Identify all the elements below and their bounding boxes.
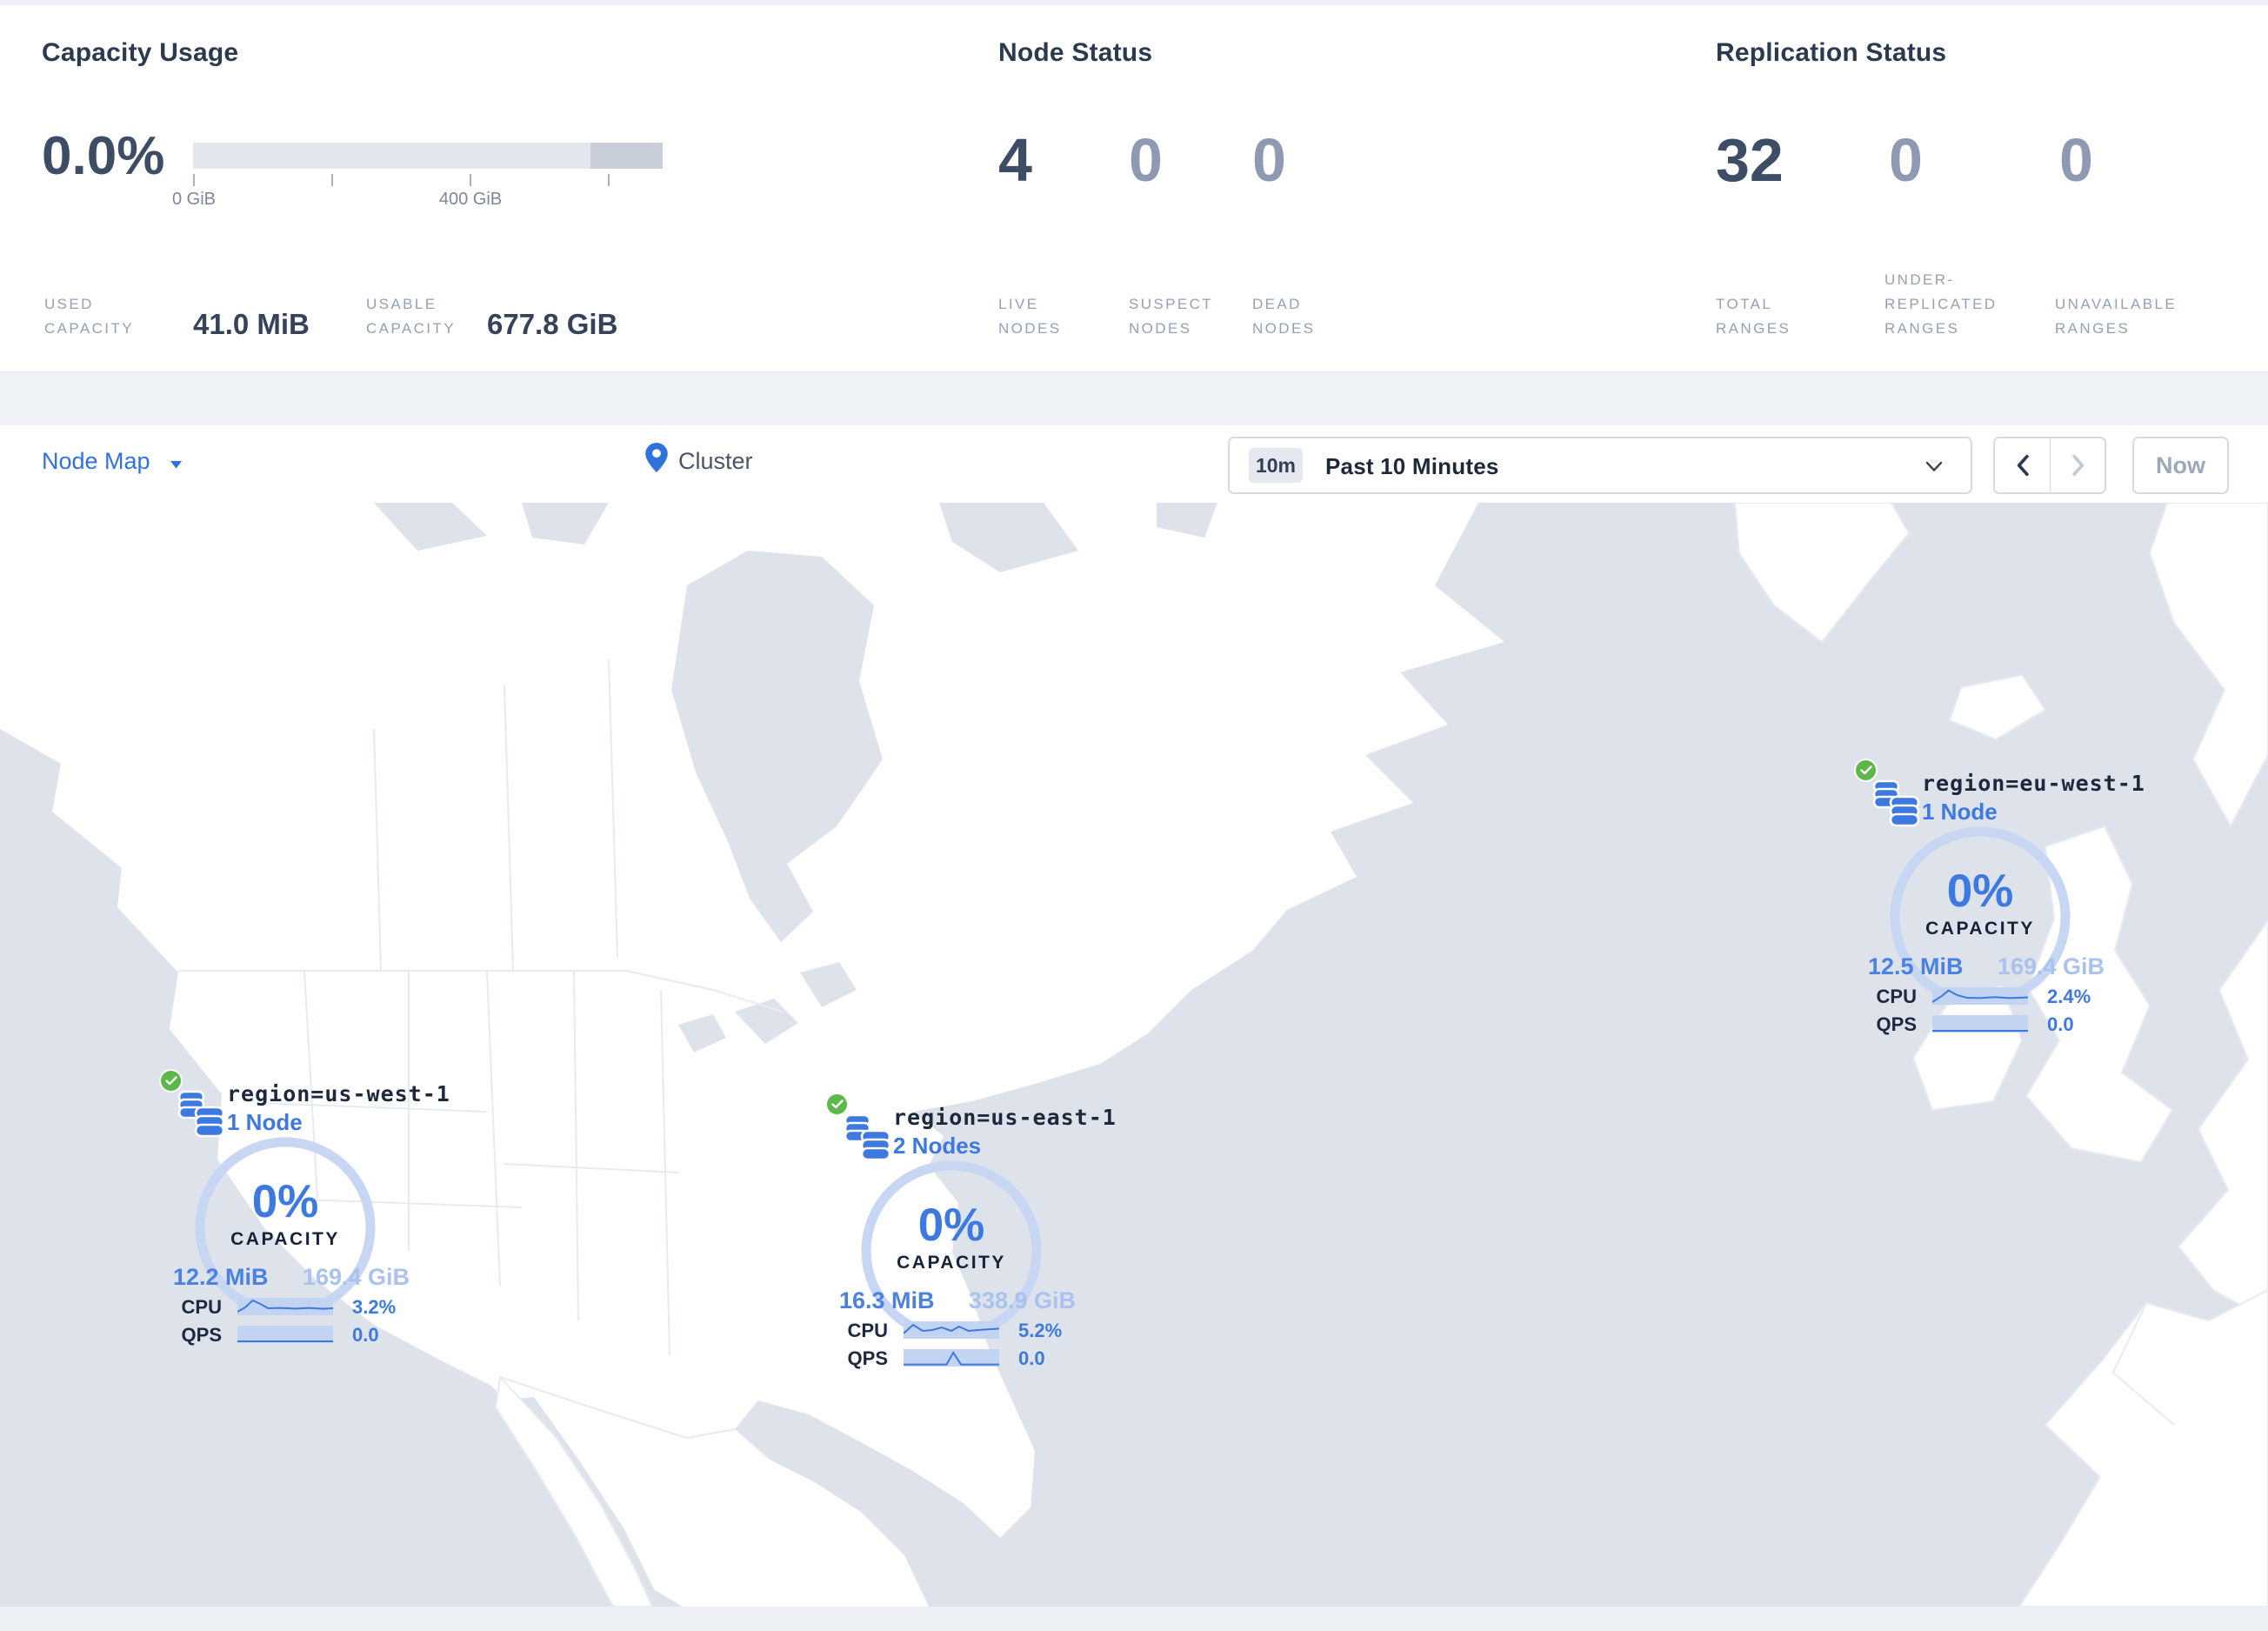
- qps-label: QPS: [847, 1347, 888, 1369]
- map-node-us-west-1[interactable]: region=us-west-1 1 Node 0% CAPACITY 12.2…: [161, 1071, 450, 1351]
- node-used-capacity: 12.5 MiB: [1868, 953, 1964, 979]
- axis-tick: [608, 174, 610, 186]
- live-nodes-label: LIVE NODES: [998, 296, 1062, 337]
- qps-label: QPS: [1876, 1013, 1917, 1035]
- cpu-metric-row: CPU 5.2%: [827, 1320, 1088, 1341]
- usable-capacity-value: 677.8 GiB: [487, 308, 618, 340]
- breadcrumb-cluster[interactable]: Cluster: [678, 448, 753, 475]
- node-usable-capacity: 169.4 GiB: [302, 1264, 410, 1290]
- section-gap-strip: [0, 372, 2268, 425]
- region-label: region=us-east-1: [893, 1105, 1117, 1130]
- gauge-capacity-label: CAPACITY: [1925, 919, 2035, 939]
- node-usable-capacity: 338.9 GiB: [968, 1287, 1076, 1313]
- map-node-eu-west-1[interactable]: region=eu-west-1 1 Node 0% CAPACITY 12.5…: [1856, 760, 2145, 1040]
- total-ranges-label: TOTAL RANGES: [1716, 296, 1791, 337]
- cpu-label: CPU: [847, 1320, 888, 1341]
- cpu-label: CPU: [181, 1296, 222, 1318]
- capacity-usage-title: Capacity Usage: [42, 38, 239, 67]
- gauge-percent: 0%: [251, 1176, 319, 1227]
- node-status-title: Node Status: [998, 38, 1153, 67]
- time-prev-button[interactable]: [1995, 438, 2050, 492]
- qps-sparkline: [237, 1326, 333, 1343]
- qps-value: 0.0: [2047, 1013, 2074, 1035]
- replication-status-title: Replication Status: [1716, 38, 1947, 67]
- qps-value: 0.0: [1018, 1347, 1045, 1369]
- used-capacity-label: USED CAPACITY: [44, 296, 134, 337]
- region-label: region=us-west-1: [227, 1081, 450, 1106]
- unavailable-label: UNAVAILABLE RANGES: [2055, 296, 2178, 337]
- view-selector-node-map[interactable]: Node Map: [42, 448, 183, 475]
- cpu-metric-row: CPU 3.2%: [161, 1296, 422, 1318]
- cpu-metric-row: CPU 2.4%: [1856, 986, 2117, 1007]
- gauge-capacity-label: CAPACITY: [230, 1229, 340, 1249]
- qps-metric-row: QPS 0.0: [161, 1324, 422, 1346]
- live-nodes-count: 4: [998, 126, 1032, 194]
- node-usable-capacity: 169.4 GiB: [1997, 953, 2105, 979]
- under-replicated-count: 0: [1889, 126, 1923, 194]
- capacity-bar: [193, 143, 590, 169]
- healthy-check-icon: [1856, 760, 1876, 780]
- dead-nodes-label: DEAD NODES: [1252, 296, 1316, 337]
- axis-tick-label: 0 GiB: [171, 190, 217, 209]
- qps-sparkline: [1932, 1015, 2028, 1033]
- dead-nodes-count: 0: [1252, 126, 1286, 194]
- time-window-nav: [1993, 437, 2106, 494]
- cpu-sparkline: [237, 1298, 333, 1315]
- unavailable-count: 0: [2059, 126, 2093, 194]
- node-count-link[interactable]: 1 Node: [1922, 799, 1998, 826]
- node-used-capacity: 16.3 MiB: [839, 1287, 935, 1313]
- world-map: [0, 502, 2268, 1608]
- qps-metric-row: QPS 0.0: [827, 1347, 1088, 1369]
- cluster-summary-bar: Capacity Usage 0.0% 0 GiB 400 GiB USED C…: [0, 5, 2268, 372]
- qps-label: QPS: [181, 1324, 222, 1346]
- cpu-sparkline: [904, 1321, 999, 1339]
- map-node-us-east-1[interactable]: region=us-east-1 2 Nodes 0% CAPACITY 16.…: [827, 1094, 1116, 1374]
- qps-sparkline: [904, 1349, 999, 1367]
- under-replicated-label: UNDER- REPLICATED RANGES: [1884, 271, 1998, 337]
- view-selector-label: Node Map: [42, 448, 150, 474]
- now-button[interactable]: Now: [2132, 437, 2229, 494]
- node-count-link[interactable]: 1 Node: [227, 1109, 303, 1136]
- gauge-percent: 0%: [1946, 866, 2014, 917]
- cpu-sparkline: [1932, 987, 2028, 1005]
- qps-metric-row: QPS 0.0: [1856, 1013, 2117, 1035]
- cpu-label: CPU: [1876, 986, 1917, 1007]
- healthy-check-icon: [827, 1094, 847, 1114]
- axis-tick: [193, 174, 195, 186]
- qps-value: 0.0: [352, 1324, 379, 1346]
- region-label: region=eu-west-1: [1922, 771, 2145, 796]
- time-range-badge: 10m: [1249, 448, 1303, 483]
- suspect-nodes-label: SUSPECT NODES: [1129, 296, 1214, 337]
- healthy-check-icon: [161, 1071, 181, 1091]
- chevron-down-icon: [1925, 461, 1943, 471]
- axis-tick-label: 400 GiB: [438, 190, 503, 209]
- time-range-selector[interactable]: 10m Past 10 Minutes: [1228, 437, 1972, 494]
- node-used-capacity: 12.2 MiB: [173, 1264, 269, 1290]
- node-map-canvas[interactable]: region=us-west-1 1 Node 0% CAPACITY 12.2…: [0, 502, 2268, 1608]
- time-next-button[interactable]: [2051, 438, 2105, 492]
- map-toolbar: Node Map Cluster 10m Past 10 Minutes Now: [0, 425, 2268, 504]
- axis-tick: [470, 174, 471, 186]
- gauge-percent: 0%: [917, 1200, 985, 1251]
- total-ranges-count: 32: [1716, 126, 1784, 194]
- cpu-value: 3.2%: [352, 1296, 397, 1318]
- db-console-cluster-overview: Capacity Usage 0.0% 0 GiB 400 GiB USED C…: [0, 0, 2268, 1631]
- page-bottom-strip: [0, 1607, 2268, 1631]
- capacity-percent: 0.0%: [42, 126, 165, 186]
- axis-tick: [331, 174, 333, 186]
- chevron-down-icon: [170, 461, 183, 469]
- used-capacity-value: 41.0 MiB: [193, 308, 310, 340]
- time-range-label: Past 10 Minutes: [1325, 453, 1499, 479]
- cpu-value: 2.4%: [2047, 986, 2091, 1007]
- gauge-capacity-label: CAPACITY: [897, 1253, 1006, 1273]
- cpu-value: 5.2%: [1018, 1320, 1063, 1341]
- suspect-nodes-count: 0: [1129, 126, 1163, 194]
- usable-capacity-label: USABLE CAPACITY: [366, 296, 456, 337]
- location-pin-icon: [645, 443, 668, 477]
- capacity-bar-reserved-segment: [590, 143, 663, 169]
- node-count-link[interactable]: 2 Nodes: [893, 1133, 981, 1160]
